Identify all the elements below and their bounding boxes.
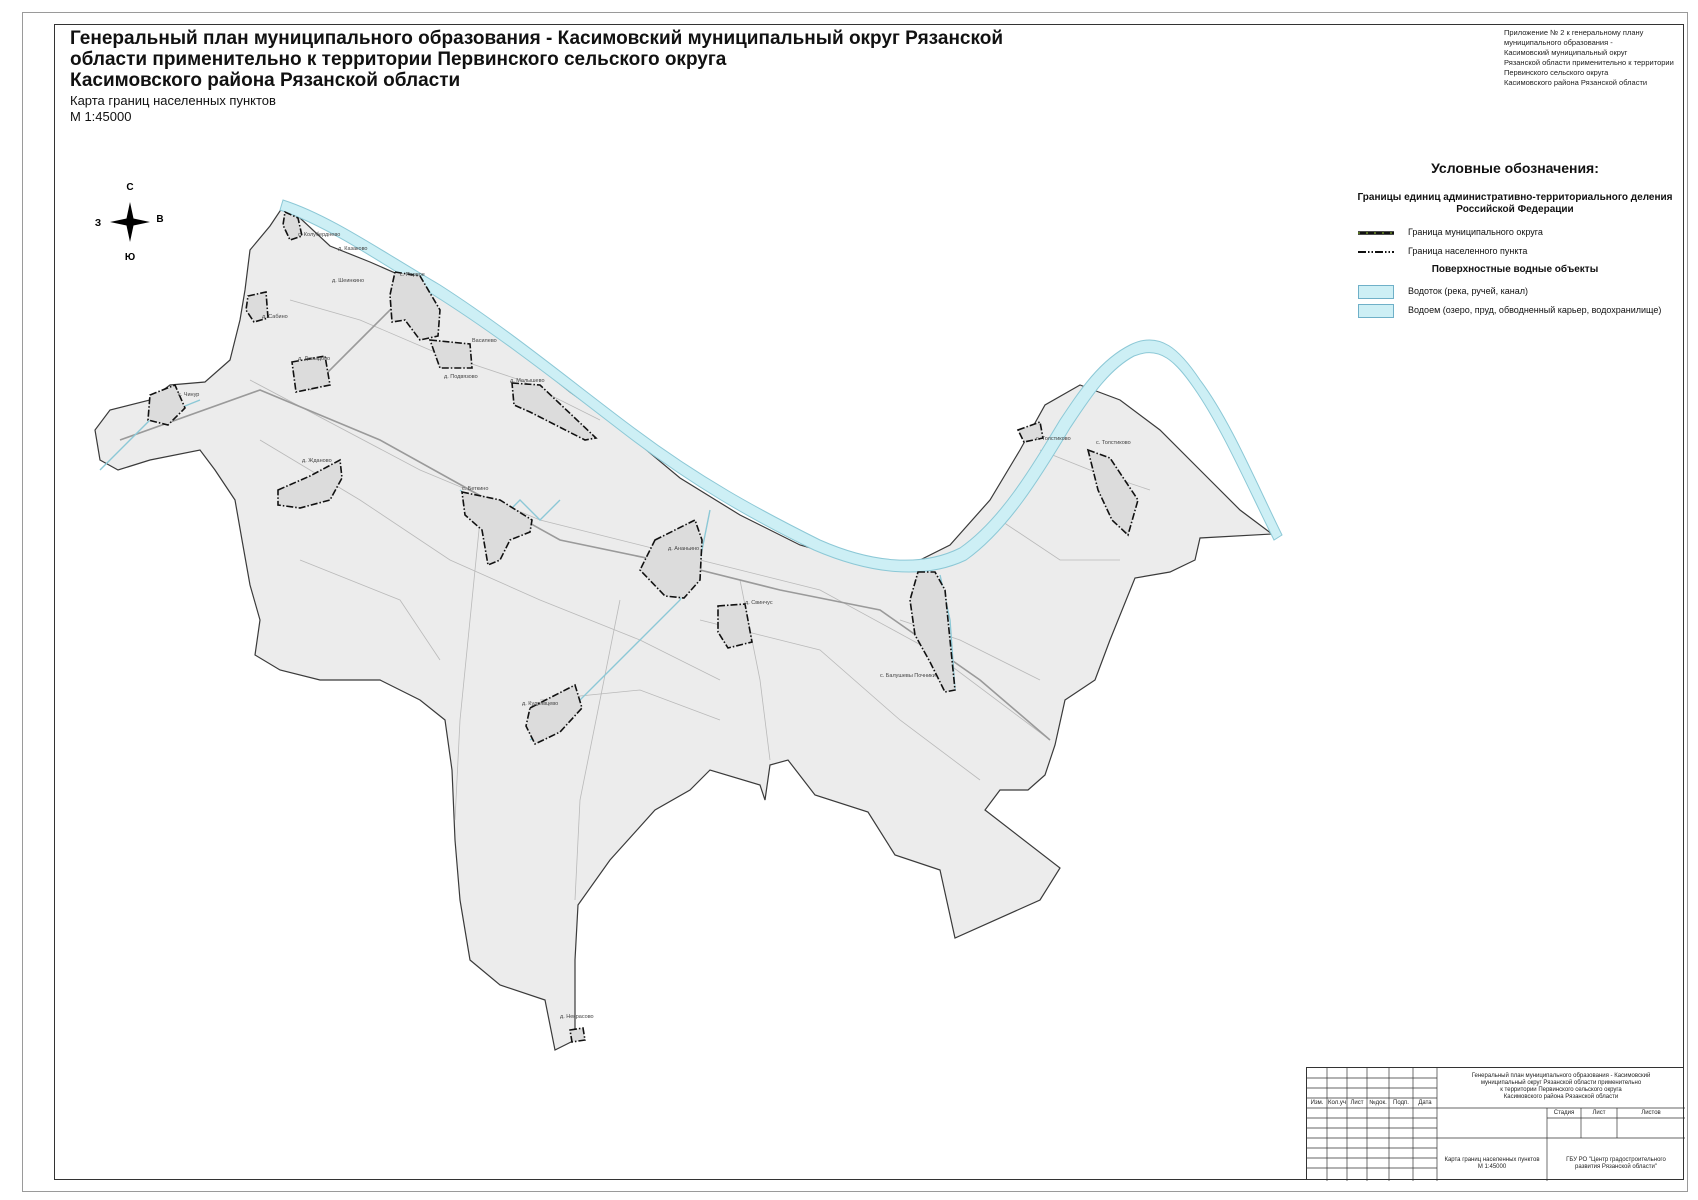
stamp-col-header: Кол.уч: [1328, 1100, 1346, 1106]
stamp-project-line: Касимовского района Рязанской области: [1503, 1094, 1619, 1100]
compass-star-icon: [110, 202, 150, 242]
settlement-label: д. Некрасово: [560, 1014, 594, 1020]
compass-rose: С Ю З В: [95, 182, 164, 263]
stamp-project-line: муниципальный округ Рязанской области пр…: [1480, 1080, 1642, 1086]
stamp-organization: ГБУ РО "Центр градостроительного развити…: [1547, 1157, 1685, 1171]
stamp-sheet-scale: М 1:45000: [1477, 1164, 1507, 1170]
legend-item-watercourse: Водоток (река, ручей, канал): [1350, 284, 1680, 302]
stamp-sheet-name: Карта границ населенных пунктов М 1:4500…: [1437, 1157, 1547, 1171]
stamp-col-header: Лист: [1350, 1100, 1364, 1106]
stamp-stage-label: Стадия: [1553, 1110, 1575, 1116]
settlement-label: с. Балушевы Почники: [880, 673, 936, 679]
stamp-col-header: Дата: [1418, 1100, 1432, 1106]
settlement-label: д. Кудрявцево: [522, 701, 558, 707]
settlement-label: д. Ананьино: [668, 546, 699, 552]
legend-item-waterbody: Водоем (озеро, пруд, обводненный карьер,…: [1350, 303, 1680, 321]
settlement-label: с. Первое: [400, 272, 425, 278]
settlement-label: с. Толстиково: [1036, 436, 1071, 442]
settlement-label: с. Чинур: [178, 392, 199, 398]
municipal-boundary-icon: [1358, 231, 1394, 235]
compass-east: В: [156, 214, 163, 225]
stamp-project-line: к территории Первинского сельского округ…: [1500, 1087, 1622, 1093]
stamp-org-line: развития Рязанской области": [1575, 1164, 1657, 1170]
settlement-label: с. Толстиково: [1096, 440, 1131, 446]
stamp-sheet-title: Карта границ населенных пунктов: [1444, 1157, 1540, 1163]
settlement-label: с. Беткино: [462, 486, 488, 492]
title-block-stamp: Изм. Кол.уч Лист №док. Подп. Дата Генера…: [1306, 1067, 1685, 1181]
watercourse-swatch-icon: [1358, 285, 1394, 299]
settlement-label: д. Казаково: [338, 246, 368, 252]
legend-label: Водоток (река, ручей, канал): [1408, 286, 1528, 296]
stamp-col-header: Подп.: [1393, 1100, 1409, 1106]
map-canvas[interactable]: с. Колуберднево д. Казаково д. Шеинкино …: [0, 0, 1698, 1200]
settlement-label: д. Подвязово: [444, 374, 478, 380]
settlement-label: д. Шеинкино: [332, 278, 364, 284]
stamp-sheet-label: Лист: [1592, 1110, 1606, 1116]
compass-west: З: [95, 218, 101, 229]
waterbody-swatch-icon: [1358, 304, 1394, 318]
settlement-label: д. Давыдово: [298, 356, 330, 362]
legend-section-admin: Границы единиц административно-территори…: [1357, 192, 1673, 215]
settlement-label: д. Свинчус: [745, 600, 773, 606]
stamp-col-header: №док.: [1369, 1100, 1387, 1106]
legend-item-municipal-boundary: Граница муниципального округа: [1350, 225, 1680, 243]
legend-label: Граница населенного пункта: [1408, 246, 1528, 256]
settlement-nekrasovo[interactable]: [569, 1027, 586, 1043]
stamp-sheets-label: Листов: [1641, 1110, 1661, 1116]
legend-section-water: Поверхностные водные объекты: [1431, 264, 1599, 275]
stamp-col-header: Изм.: [1310, 1100, 1324, 1106]
territory-polygon: [94, 207, 1274, 1051]
settlement-label: с. Колуберднево: [298, 232, 340, 238]
legend-title: Условные обозначения:: [1431, 160, 1599, 176]
settlement-boundary-icon: [1358, 251, 1394, 253]
stamp-project-line: Генеральный план муниципального образова…: [1471, 1073, 1651, 1079]
stamp-org-line: ГБУ РО "Центр градостроительного: [1566, 1157, 1666, 1163]
legend-label: Граница муниципального округа: [1408, 227, 1543, 237]
settlement-label: д. Малышево: [510, 378, 545, 384]
settlement-label: д. Сабино: [262, 314, 288, 320]
settlement-label: д. Жданово: [302, 458, 332, 464]
compass-south: Ю: [125, 252, 135, 263]
legend-label: Водоем (озеро, пруд, обводненный карьер,…: [1408, 305, 1662, 315]
legend-item-settlement-boundary: Граница населенного пункта: [1350, 244, 1680, 262]
settlement-label: Василево: [472, 338, 497, 344]
stamp-project-name: Генеральный план муниципального образова…: [1437, 1073, 1685, 1101]
compass-north: С: [126, 182, 133, 193]
